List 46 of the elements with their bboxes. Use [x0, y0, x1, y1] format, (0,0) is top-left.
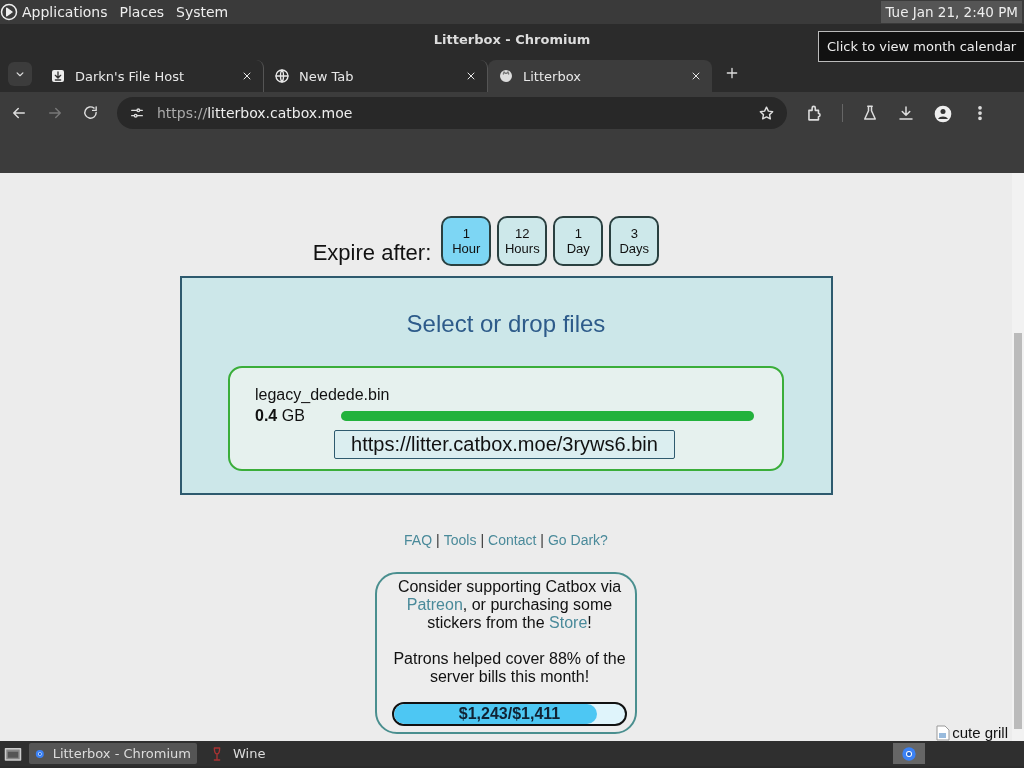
panel-menu[interactable]: Applications [18, 4, 116, 20]
panel-menu[interactable]: System [172, 4, 237, 20]
puzzle-icon[interactable] [805, 104, 824, 123]
close-icon[interactable] [465, 70, 477, 82]
site-favicon-icon [498, 68, 514, 84]
close-icon[interactable] [241, 70, 253, 82]
broken-image-icon [936, 724, 951, 741]
reload-icon[interactable] [82, 104, 99, 121]
separator: | [540, 532, 544, 548]
file-url[interactable]: https://litter.catbox.moe/3ryws6.bin [334, 430, 675, 459]
window-title: Litterbox - Chromium [433, 31, 591, 49]
browser-logo-icon [901, 745, 917, 762]
profile-icon[interactable] [933, 104, 953, 124]
separator: | [436, 532, 440, 548]
tab-list-button[interactable] [8, 62, 32, 86]
expiry-option[interactable]: 1 Day [553, 216, 604, 266]
patrons-text: Patrons helped cover 88% of the server bills this month! [392, 650, 627, 686]
taskbar-item[interactable]: Litterbox - Chromium [29, 743, 197, 764]
close-icon[interactable] [690, 70, 702, 82]
expiry-option[interactable]: 1 Hour [441, 216, 492, 266]
expire-label: Expire after: [312, 240, 432, 266]
clock[interactable]: Tue Jan 21, 2:40 PM [881, 1, 1022, 23]
distro-logo-icon [0, 3, 18, 21]
address-bar[interactable]: https://litterbox.catbox.moe [117, 97, 787, 129]
download-icon [50, 68, 66, 84]
funding-amount: $1,243/$1,411 [457, 704, 562, 724]
star-icon[interactable] [758, 104, 775, 122]
scrollbar[interactable] [1012, 173, 1024, 741]
drop-zone-title: Select or drop files [406, 310, 606, 338]
drop-zone[interactable]: Select or drop files legacy_dedede.bin 0.4 GB https://litter.catbox.moe/3ryws6.bin [179, 276, 833, 495]
panel-menu[interactable]: Places [115, 4, 173, 20]
support-text: Consider supporting Catbox via Patreon, or purchasing some stickers from the Store! [396, 578, 623, 632]
taskbar-item[interactable]: Wine [203, 743, 371, 764]
tooltip: Click to view month calendar [818, 31, 1024, 62]
download-icon[interactable] [897, 104, 915, 122]
globe-icon [274, 68, 290, 84]
expiry-option[interactable]: 12 Hours [497, 216, 548, 266]
image-alt-text: cute grill [952, 724, 1008, 741]
site-settings-icon[interactable] [129, 105, 145, 121]
tray-button[interactable] [893, 743, 925, 764]
browser-tab[interactable]: Litterbox [488, 60, 712, 92]
flask-icon[interactable] [861, 104, 879, 122]
expiry-option[interactable]: 3 Days [609, 216, 660, 266]
file-name: legacy_dedede.bin [255, 386, 390, 404]
file-size: 0.4 GB [255, 407, 306, 425]
separator: | [480, 532, 485, 548]
